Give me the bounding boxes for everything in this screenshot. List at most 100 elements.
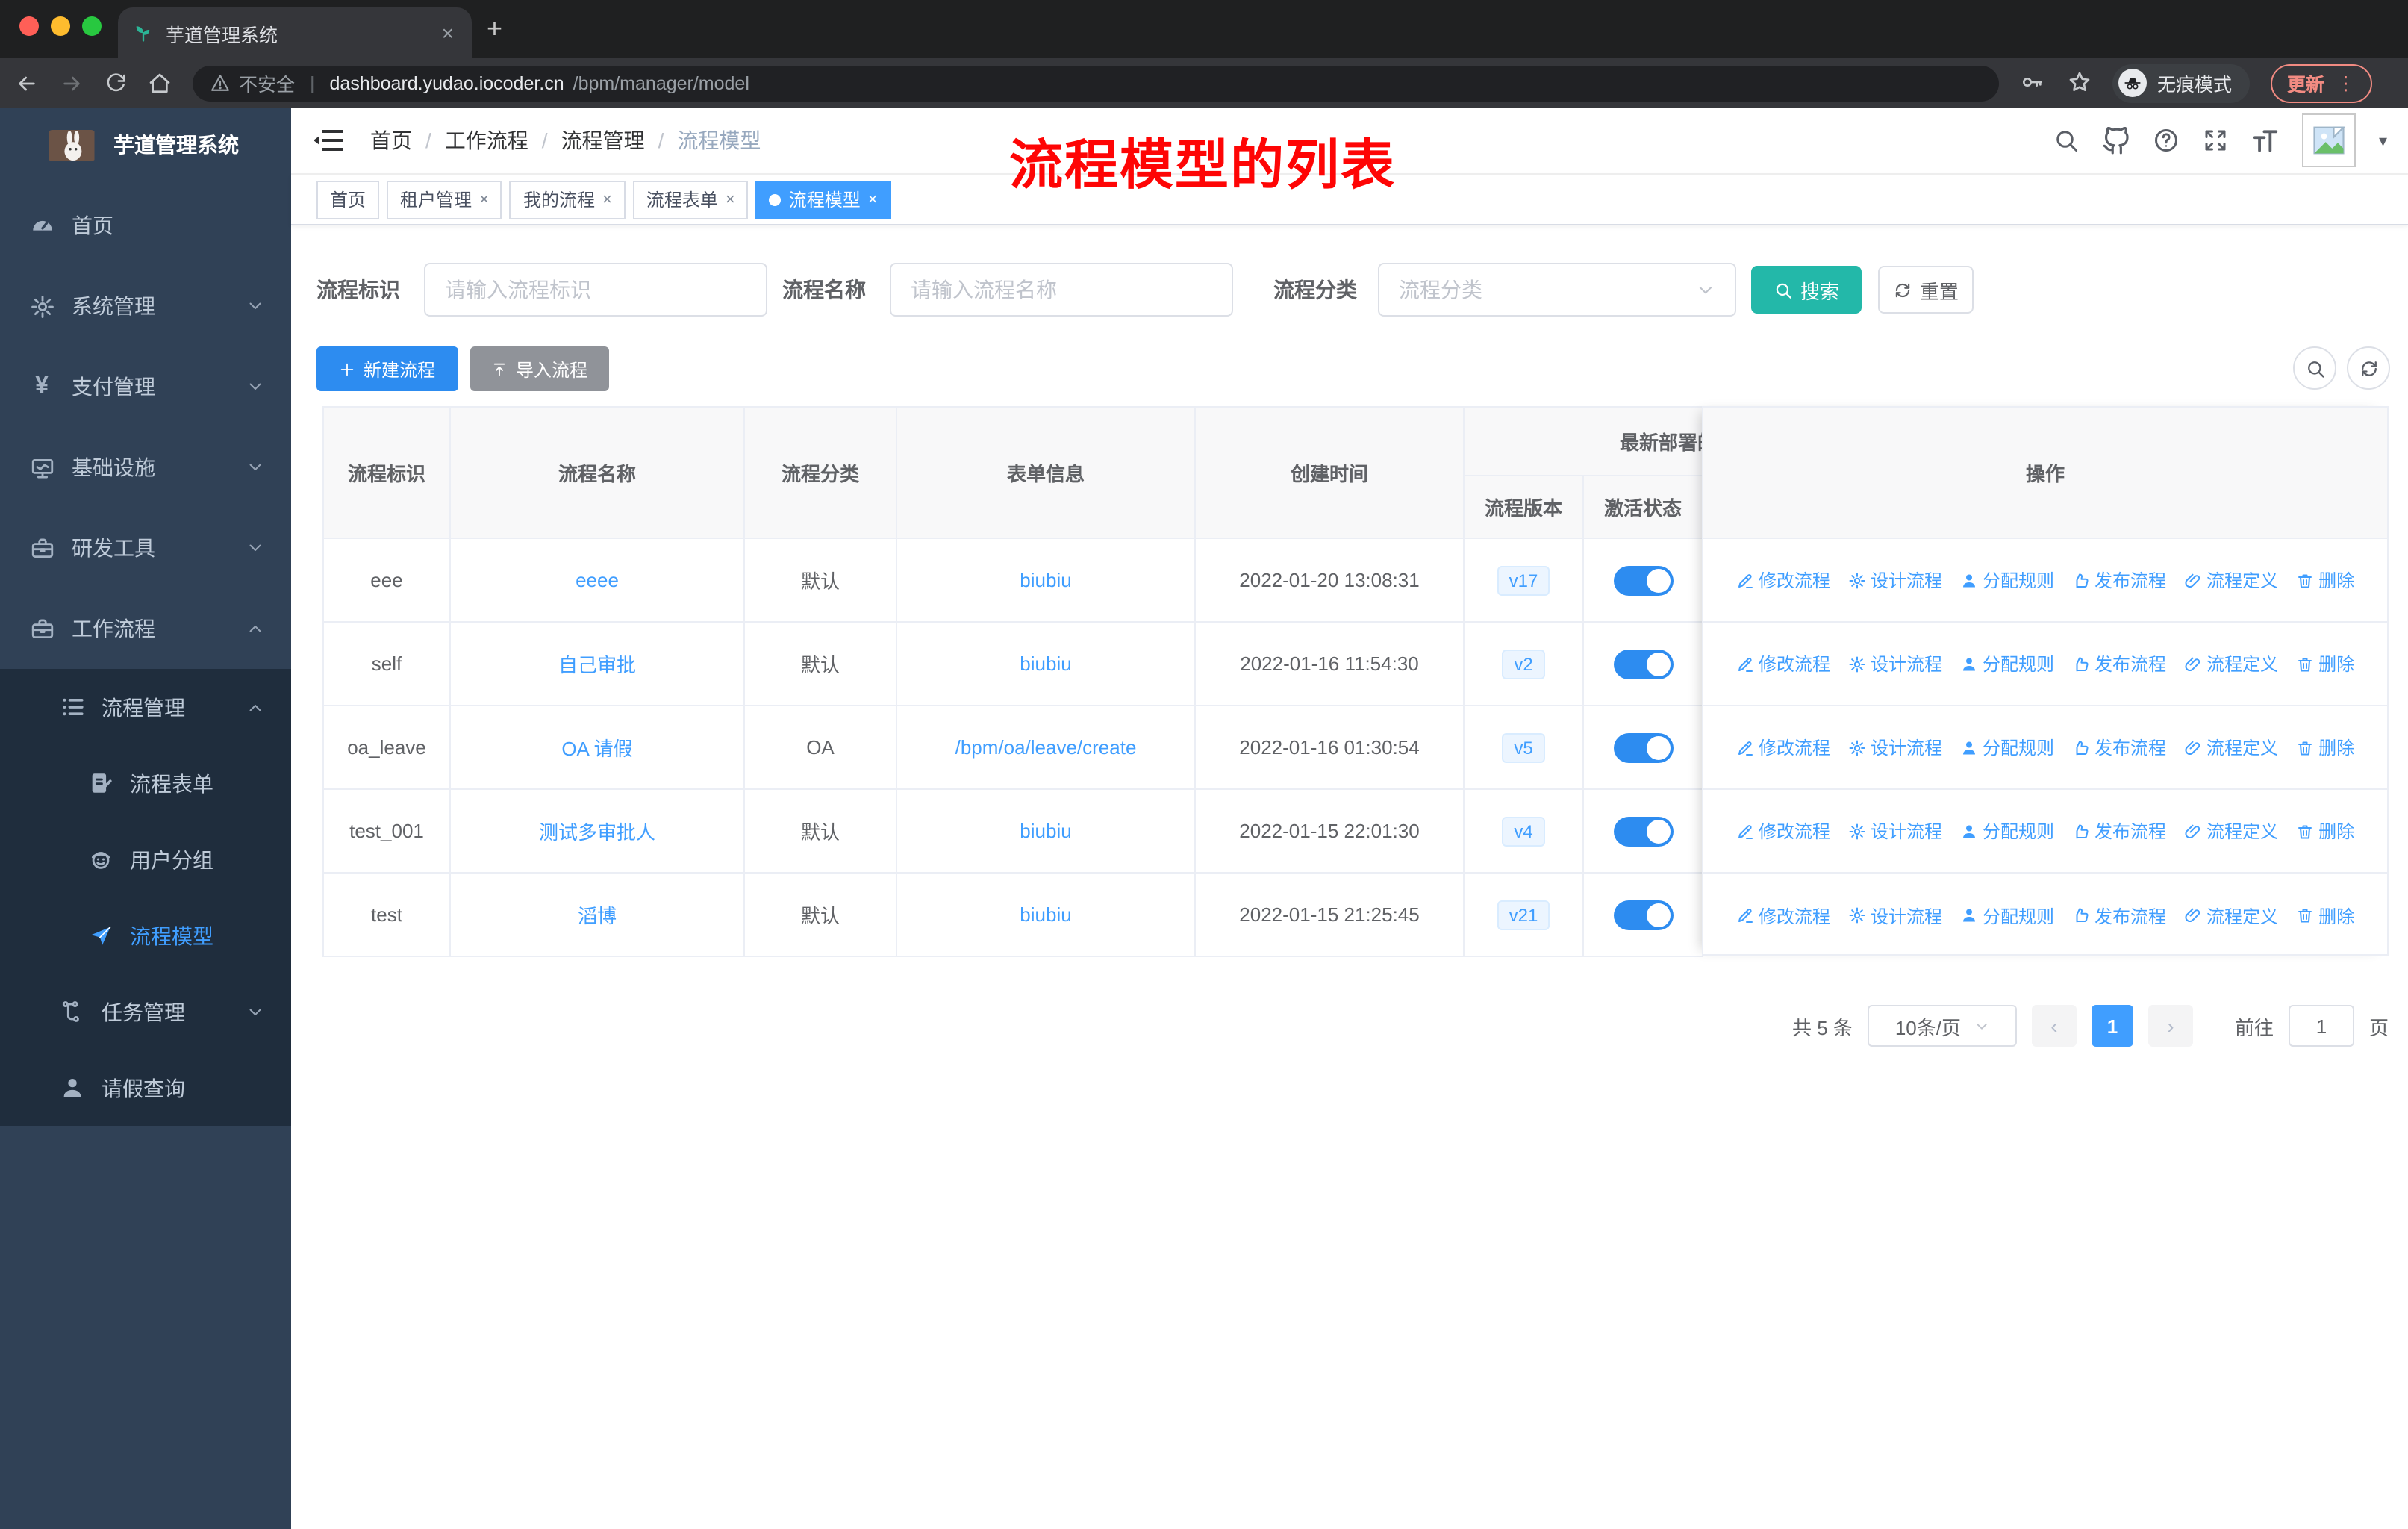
active-toggle[interactable] [1582, 705, 1704, 790]
reload-button[interactable] [105, 72, 127, 94]
action-assign-rule-link[interactable]: 分配规则 [1960, 567, 2054, 593]
reset-button[interactable]: 重置 [1878, 266, 1974, 314]
create-model-button[interactable]: 新建流程 [316, 346, 458, 391]
refresh-table-button[interactable] [2347, 346, 2390, 390]
close-tab-icon[interactable]: × [868, 190, 878, 208]
current-page-button[interactable]: 1 [2091, 1005, 2133, 1047]
import-model-button[interactable]: 导入流程 [470, 346, 609, 391]
tab-流程表单[interactable]: 流程表单 × [632, 180, 749, 219]
home-button[interactable] [148, 71, 172, 95]
action-publish-link[interactable]: 发布流程 [2072, 651, 2166, 676]
close-window-button[interactable] [19, 16, 39, 36]
font-size-icon[interactable] [2252, 126, 2280, 155]
action-publish-link[interactable]: 发布流程 [2072, 735, 2166, 760]
form-link[interactable]: /bpm/oa/leave/create [896, 705, 1196, 790]
password-key-icon[interactable] [2020, 69, 2044, 96]
model-name-link[interactable]: 滔博 [449, 872, 745, 957]
next-page-button[interactable]: › [2147, 1005, 2193, 1047]
form-link[interactable]: biubiu [896, 788, 1196, 874]
avatar-dropdown-caret-icon[interactable]: ▾ [2379, 131, 2387, 150]
sidebar-item-系统管理[interactable]: 系统管理 [0, 266, 291, 346]
new-tab-button[interactable]: + [487, 15, 502, 42]
action-assign-rule-link[interactable]: 分配规则 [1960, 903, 2054, 928]
action-edit-link[interactable]: 修改流程 [1736, 903, 1830, 928]
action-design-link[interactable]: 设计流程 [1848, 735, 1942, 760]
model-name-link[interactable]: 测试多审批人 [449, 788, 745, 874]
page-size-select[interactable]: 10条/页 [1867, 1005, 2017, 1047]
model-name-link[interactable]: eeee [449, 538, 745, 623]
help-icon[interactable] [2153, 127, 2180, 154]
sidebar-item-请假查询[interactable]: 请假查询 [0, 1050, 291, 1126]
minimize-window-button[interactable] [51, 16, 70, 36]
active-toggle[interactable] [1582, 788, 1704, 874]
back-button[interactable] [15, 71, 39, 95]
forward-button[interactable] [60, 71, 84, 95]
filter-category-select[interactable]: 流程分类 [1378, 263, 1736, 317]
sidebar-item-研发工具[interactable]: 研发工具 [0, 508, 291, 588]
sidebar-item-基础设施[interactable]: 基础设施 [0, 427, 291, 508]
github-icon[interactable] [2103, 126, 2131, 155]
user-avatar[interactable] [2302, 113, 2356, 167]
close-tab-icon[interactable]: × [479, 190, 489, 208]
action-publish-link[interactable]: 发布流程 [2072, 903, 2166, 928]
action-definition-link[interactable]: 流程定义 [2184, 735, 2278, 760]
active-toggle[interactable] [1582, 621, 1704, 706]
bookmark-star-icon[interactable] [2068, 69, 2092, 96]
toggle-search-button[interactable] [2293, 346, 2336, 390]
action-design-link[interactable]: 设计流程 [1848, 651, 1942, 676]
tab-流程模型[interactable]: 流程模型 × [755, 180, 891, 219]
tab-首页[interactable]: 首页 [316, 180, 380, 219]
goto-page-input[interactable] [2288, 1005, 2354, 1047]
close-tab-icon[interactable]: × [602, 190, 612, 208]
breadcrumb-item-流程管理[interactable]: 流程管理 [561, 125, 645, 155]
action-delete-link[interactable]: 删除 [2296, 735, 2354, 760]
breadcrumb-item-首页[interactable]: 首页 [370, 125, 412, 155]
action-assign-rule-link[interactable]: 分配规则 [1960, 818, 2054, 844]
window-controls[interactable] [19, 16, 102, 36]
close-tab-icon[interactable]: × [439, 21, 457, 45]
sidebar-item-流程表单[interactable]: 流程表单 [0, 745, 291, 821]
action-publish-link[interactable]: 发布流程 [2072, 567, 2166, 593]
close-tab-icon[interactable]: × [726, 190, 735, 208]
active-toggle[interactable] [1582, 872, 1704, 957]
form-link[interactable]: biubiu [896, 621, 1196, 706]
filter-name-input[interactable] [890, 263, 1233, 317]
action-assign-rule-link[interactable]: 分配规则 [1960, 651, 2054, 676]
sidebar-item-流程管理[interactable]: 流程管理 [0, 669, 291, 745]
maximize-window-button[interactable] [82, 16, 102, 36]
breadcrumb-item-工作流程[interactable]: 工作流程 [445, 125, 528, 155]
action-design-link[interactable]: 设计流程 [1848, 903, 1942, 928]
action-delete-link[interactable]: 删除 [2296, 567, 2354, 593]
prev-page-button[interactable]: ‹ [2031, 1005, 2077, 1047]
action-design-link[interactable]: 设计流程 [1848, 818, 1942, 844]
tab-租户管理[interactable]: 租户管理 × [387, 180, 502, 219]
active-toggle[interactable] [1582, 538, 1704, 623]
sidebar-item-用户分组[interactable]: 用户分组 [0, 821, 291, 897]
model-name-link[interactable]: 自己审批 [449, 621, 745, 706]
tab-我的流程[interactable]: 我的流程 × [509, 180, 626, 219]
action-edit-link[interactable]: 修改流程 [1736, 735, 1830, 760]
action-assign-rule-link[interactable]: 分配规则 [1960, 735, 2054, 760]
sidebar-logo[interactable]: 芋道管理系统 [0, 108, 291, 182]
sidebar-item-流程模型[interactable]: 流程模型 [0, 897, 291, 974]
action-delete-link[interactable]: 删除 [2296, 818, 2354, 844]
action-delete-link[interactable]: 删除 [2296, 903, 2354, 928]
filter-id-input[interactable] [424, 263, 767, 317]
form-link[interactable]: biubiu [896, 872, 1196, 957]
browser-menu-icon[interactable]: ⋮ [2336, 72, 2355, 94]
search-button[interactable]: 搜索 [1751, 266, 1862, 314]
sidebar-item-支付管理[interactable]: ¥ 支付管理 [0, 346, 291, 427]
model-name-link[interactable]: OA 请假 [449, 705, 745, 790]
header-search-icon[interactable] [2053, 127, 2080, 154]
action-edit-link[interactable]: 修改流程 [1736, 567, 1830, 593]
browser-update-button[interactable]: 更新 ⋮ [2271, 63, 2372, 102]
action-delete-link[interactable]: 删除 [2296, 651, 2354, 676]
action-publish-link[interactable]: 发布流程 [2072, 818, 2166, 844]
sidebar-item-任务管理[interactable]: 任务管理 [0, 974, 291, 1050]
action-edit-link[interactable]: 修改流程 [1736, 818, 1830, 844]
browser-tab[interactable]: 芋道管理系统 × [118, 7, 472, 58]
collapse-sidebar-icon[interactable] [314, 130, 343, 151]
action-design-link[interactable]: 设计流程 [1848, 567, 1942, 593]
action-edit-link[interactable]: 修改流程 [1736, 651, 1830, 676]
form-link[interactable]: biubiu [896, 538, 1196, 623]
